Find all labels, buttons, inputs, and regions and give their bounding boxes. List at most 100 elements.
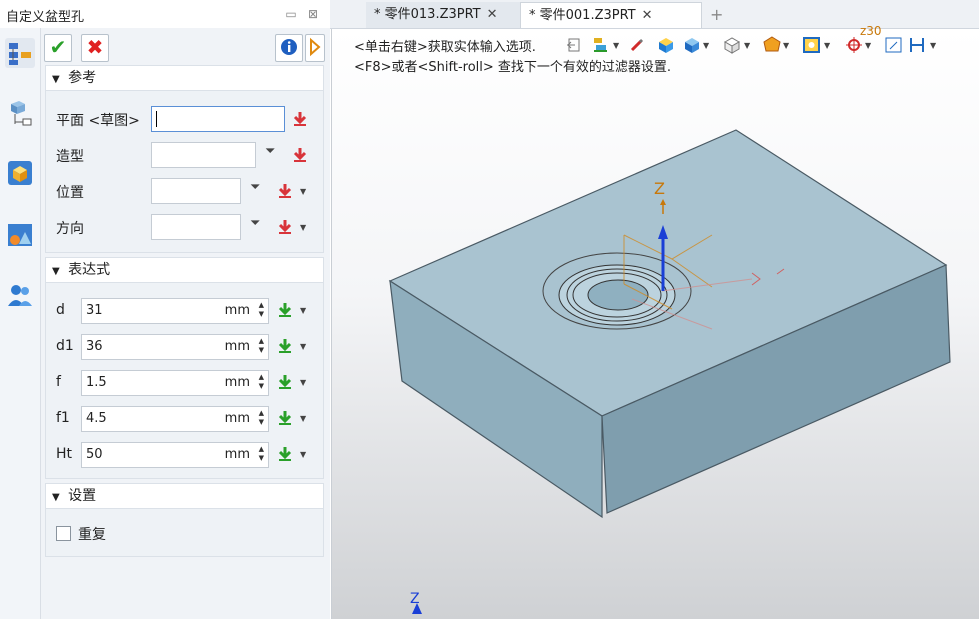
tab-close-icon[interactable]: ✕ (487, 7, 498, 22)
green-download-icon[interactable] (276, 373, 294, 391)
position-input[interactable] (151, 178, 241, 204)
param-value: 4.5 (86, 411, 107, 426)
cancel-button[interactable]: ✖ (81, 34, 109, 62)
green-download-icon[interactable] (276, 301, 294, 319)
bottom-axis-label: Z (410, 591, 420, 607)
collapse-triangle-icon: ▼ (52, 492, 60, 503)
tab-label: * 零件013.Z3PRT (374, 7, 481, 22)
repeat-label: 重复 (78, 527, 106, 543)
direction-input[interactable] (151, 214, 241, 240)
field-label: 造型 (56, 149, 84, 165)
green-download-icon[interactable] (276, 337, 294, 355)
download-arrow-icon[interactable] (276, 182, 294, 200)
tab-close-icon[interactable]: ✕ (642, 8, 653, 23)
chevron-double-down-icon[interactable]: ⏷ (250, 180, 260, 195)
field-label: 位置 (56, 185, 84, 201)
close-panel-icon[interactable]: ⊠ (306, 7, 320, 21)
hole-bore (587, 279, 649, 311)
info-button[interactable] (275, 34, 303, 62)
dropdown-arrow-icon[interactable]: ▼ (300, 450, 306, 459)
param-d-input[interactable]: 31 mm ▲ ▼ (81, 298, 269, 324)
history-tree-icon[interactable] (5, 38, 35, 68)
param-f-input[interactable]: 1.5 mm ▲ ▼ (81, 370, 269, 396)
document-tabs: * 零件013.Z3PRT ✕ * 零件001.Z3PRT ✕ + (330, 0, 979, 29)
green-download-icon[interactable] (276, 445, 294, 463)
dropdown-arrow-icon[interactable]: ▼ (300, 306, 306, 315)
green-download-icon[interactable] (276, 409, 294, 427)
chevron-double-down-icon[interactable]: ⏷ (250, 216, 260, 231)
dropdown-arrow-icon[interactable]: ▼ (300, 187, 306, 196)
section-reference-header[interactable]: ▼ 参考 (45, 65, 324, 91)
download-arrow-icon[interactable] (291, 146, 309, 164)
section-settings-header[interactable]: ▼ 设置 (45, 483, 324, 509)
dropdown-arrow-icon[interactable]: ▼ (300, 223, 306, 232)
assembly-tree-icon[interactable] (5, 98, 35, 128)
section-settings-body: 重复 (45, 509, 324, 557)
ok-button[interactable]: ✔ (44, 34, 72, 62)
tab-part013[interactable]: * 零件013.Z3PRT ✕ (366, 2, 520, 28)
param-label: d (56, 302, 65, 318)
spinner-icon[interactable]: ▲ ▼ (259, 337, 264, 355)
ok-check-icon: ✔ (49, 35, 67, 59)
tab-label: * 零件001.Z3PRT (529, 8, 636, 23)
param-unit: mm (224, 447, 250, 462)
param-label: d1 (56, 338, 74, 354)
section-reference-body: 平面 <草图> 造型 ⏷ 位置 ⏷ ▼ 方向 ⏷ ▼ (45, 91, 324, 253)
3d-viewport[interactable]: <单击右键>获取实体输入选项. <F8>或者<Shift-roll> 查找下一个… (331, 24, 979, 619)
collapse-triangle-icon: ▼ (52, 266, 60, 277)
param-f1-input[interactable]: 4.5 mm ▲ ▼ (81, 406, 269, 432)
tab-part001[interactable]: * 零件001.Z3PRT ✕ (520, 2, 702, 28)
side-icon-strip (0, 28, 41, 619)
param-unit: mm (224, 375, 250, 390)
part-model[interactable] (332, 29, 979, 619)
feature-panel: ✔ ✖ ▼ 参考 平面 <草图> 造型 ⏷ 位置 ⏷ ▼ 方向 ⏷ ▼ ▼ 表达… (41, 28, 330, 619)
section-title: 表达式 (68, 262, 111, 278)
param-unit: mm (224, 303, 250, 318)
param-value: 1.5 (86, 375, 107, 390)
info-icon (281, 39, 297, 55)
restore-icon[interactable]: ▭ (284, 7, 298, 21)
expression-row-f: f 1.5 mm ▲ ▼ ▼ (46, 370, 325, 396)
spinner-icon[interactable]: ▲ ▼ (259, 409, 264, 427)
dropdown-arrow-icon[interactable]: ▼ (300, 378, 306, 387)
section-title: 参考 (68, 70, 97, 86)
param-unit: mm (224, 411, 250, 426)
section-expression-body: d 31 mm ▲ ▼ ▼ d1 36 mm ▲ ▼ ▼ f 1.5 mm ▲ … (45, 283, 324, 479)
download-arrow-icon[interactable] (291, 110, 309, 128)
users-icon[interactable] (5, 280, 35, 310)
param-value: 31 (86, 303, 103, 318)
image-view-icon[interactable] (5, 220, 35, 250)
collapse-triangle-icon: ▼ (52, 74, 60, 85)
plane-sketch-input[interactable] (151, 106, 285, 132)
spinner-icon[interactable]: ▲ ▼ (259, 301, 264, 319)
param-unit: mm (224, 339, 250, 354)
expand-panel-button[interactable] (305, 34, 325, 62)
part-view-icon[interactable] (5, 158, 35, 188)
shape-input[interactable] (151, 142, 256, 168)
add-tab-icon[interactable]: + (710, 5, 723, 24)
download-arrow-icon[interactable] (276, 218, 294, 236)
param-value: 50 (86, 447, 103, 462)
param-label: f1 (56, 410, 70, 426)
param-d1-input[interactable]: 36 mm ▲ ▼ (81, 334, 269, 360)
spinner-icon[interactable]: ▲ ▼ (259, 373, 264, 391)
dropdown-arrow-icon[interactable]: ▼ (300, 342, 306, 351)
cancel-x-icon: ✖ (86, 35, 104, 59)
field-label: 方向 (56, 221, 84, 237)
param-value: 36 (86, 339, 103, 354)
dropdown-arrow-icon[interactable]: ▼ (300, 414, 306, 423)
spinner-icon[interactable]: ▲ ▼ (259, 445, 264, 463)
panel-title-bar: 自定义盆型孔 ▭ ⊠ (0, 0, 330, 29)
chevron-double-down-icon[interactable]: ⏷ (265, 144, 275, 159)
expression-row-f1: f1 4.5 mm ▲ ▼ ▼ (46, 406, 325, 432)
repeat-checkbox[interactable] (56, 526, 71, 541)
panel-title: 自定义盆型孔 (6, 10, 85, 25)
param-label: Ht (56, 446, 73, 462)
expression-row-d: d 31 mm ▲ ▼ ▼ (46, 298, 325, 324)
param-label: f (56, 374, 61, 390)
param-ht-input[interactable]: 50 mm ▲ ▼ (81, 442, 269, 468)
section-expression-header[interactable]: ▼ 表达式 (45, 257, 324, 283)
expression-row-d1: d1 36 mm ▲ ▼ ▼ (46, 334, 325, 360)
expand-right-icon (310, 37, 321, 57)
expression-row-ht: Ht 50 mm ▲ ▼ ▼ (46, 442, 325, 468)
